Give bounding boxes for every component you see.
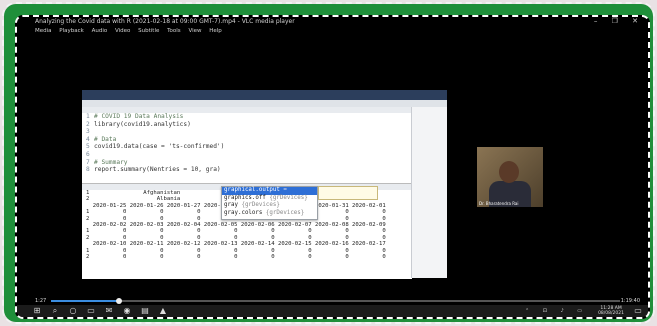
line-number: 2 (86, 120, 90, 128)
line-number: 7 (86, 158, 90, 166)
seek-track[interactable] (51, 298, 620, 304)
code-line: 5 covid19.data(case = 'ts-confirmed') (86, 143, 412, 151)
console-line: 2 0 0 0 0 0 0 0 0 (86, 254, 386, 261)
autocomplete-item[interactable]: gray.colors {grDevices} (222, 210, 317, 218)
autocomplete-item[interactable]: graphical.output = (222, 187, 317, 195)
code-text: covid19.data(case = 'ts-confirmed') (94, 143, 225, 151)
windows-taskbar: ⊞ ⌕ ○ ▭ ✉ ◉ ▤ ▲ ⌃ ⊡ ♪ ▭ 11:28 AM 08/08/2… (17, 305, 648, 317)
menu-media[interactable]: Media (35, 28, 52, 34)
console-line: 2020-02-10 2020-02-11 2020-02-12 2020-02… (86, 241, 386, 248)
menu-audio[interactable]: Audio (92, 28, 108, 34)
vlc-icon[interactable]: ▲ (157, 305, 169, 317)
menu-bar: Media Playback Audio Video Subtitle Tool… (17, 27, 648, 35)
notifications-icon[interactable]: ▭ (632, 305, 644, 317)
code-line: 1 # COVID 19 Data Analysis (86, 113, 412, 121)
elapsed-time: 1:27 (35, 298, 47, 304)
menu-help[interactable]: Help (209, 28, 222, 34)
code-line: 4 # Data (86, 136, 412, 144)
clock-date: 08/08/2021 (598, 311, 624, 316)
line-number: 5 (86, 143, 90, 151)
menu-subtitle[interactable]: Subtitle (138, 28, 159, 34)
window-controls[interactable]: – ❐ ✕ (594, 17, 644, 25)
ide-header (82, 90, 447, 100)
rstudio-screen: 1 # COVID 19 Data Analysis 2 library(covid1… (82, 90, 447, 279)
webcam-feed: Dr. Bharatendra Rai (477, 147, 543, 207)
folder-icon[interactable]: ▤ (139, 305, 151, 317)
taskbar-clock: 11:28 AM 08/08/2021 (598, 306, 624, 316)
autocomplete-tooltip (318, 186, 378, 200)
menu-tools[interactable]: Tools (167, 28, 181, 34)
line-number: 4 (86, 135, 90, 143)
vlc-window: Analyzing the Covid data with R (2021-02… (15, 15, 650, 319)
autocomplete-item[interactable]: gray {grDevices} (222, 202, 317, 210)
menu-playback[interactable]: Playback (59, 28, 84, 34)
menu-video[interactable]: Video (115, 28, 130, 34)
console-line: 1 0 0 0 0 0 0 0 0 (86, 228, 386, 235)
code-line: 2 library(covid19.analytics) (86, 121, 412, 129)
code-editor: 1 # COVID 19 Data Analysis 2 library(covid1… (82, 107, 412, 183)
code-text: # Summary (94, 158, 128, 166)
chrome-icon[interactable]: ◉ (121, 305, 133, 317)
green-frame: Analyzing the Covid data with R (2021-02… (4, 4, 653, 322)
line-number: 1 (86, 113, 90, 120)
mail-icon[interactable]: ✉ (103, 305, 115, 317)
code-line: 6 (86, 151, 412, 159)
line-number: 8 (86, 166, 90, 174)
autocomplete-popup: graphical.output = graphics.off {grDevice… (221, 186, 318, 220)
presenter-head (499, 161, 519, 183)
search-icon[interactable]: ⌕ (49, 305, 61, 317)
code-text: library(covid19.analytics) (94, 120, 191, 128)
code-line: 8 report.summary(Nentries = 10, gra) (86, 166, 412, 174)
autocomplete-item[interactable]: graphics.off {grDevices} (222, 195, 317, 203)
video-area[interactable]: 1 # COVID 19 Data Analysis 2 library(covid1… (17, 35, 648, 297)
seek-handle[interactable] (116, 298, 123, 304)
code-text: report.summary(Nentries = 10, gra) (94, 166, 221, 174)
code-text: # Data (94, 135, 117, 143)
window-title: Analyzing the Covid data with R (2021-02… (35, 18, 295, 25)
seek-bar[interactable]: 1:27 1:19:40 (17, 297, 648, 305)
system-tray[interactable]: ⌃ ⊡ ♪ ▭ (525, 305, 588, 317)
menu-view[interactable]: View (188, 28, 201, 34)
remaining-time: 1:19:40 (620, 298, 640, 304)
environment-pane (411, 107, 447, 278)
code-line: 7 # Summary (86, 159, 412, 167)
code-lines: 1 # COVID 19 Data Analysis 2 library(covid1… (82, 113, 412, 174)
taskview-icon[interactable]: ▭ (85, 305, 97, 317)
ide-toolbar (82, 100, 447, 107)
seek-progress (51, 300, 120, 302)
code-line: 3 (86, 128, 412, 136)
line-number: 3 (86, 128, 90, 136)
presenter-name: Dr. Bharatendra Rai (479, 201, 519, 206)
line-number: 6 (86, 150, 90, 158)
start-icon[interactable]: ⊞ (31, 305, 43, 317)
task-view-icon[interactable]: ○ (67, 305, 79, 317)
code-text: # COVID 19 Data Analysis (94, 113, 184, 120)
